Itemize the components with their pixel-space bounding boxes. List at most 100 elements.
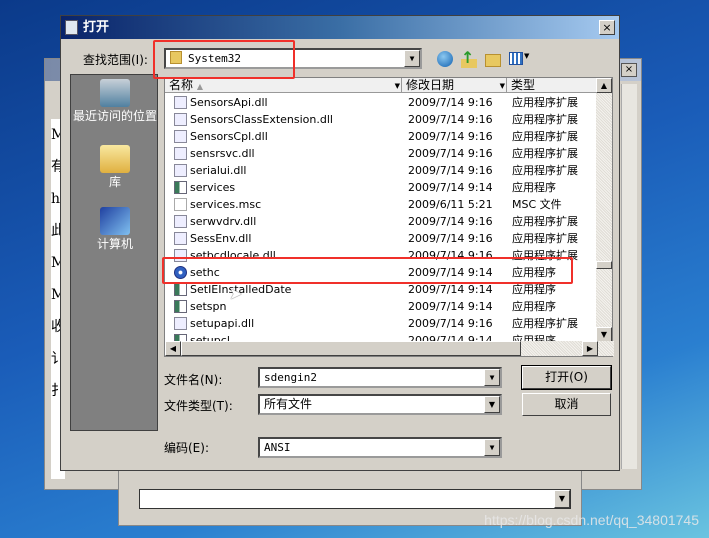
file-name: SensorsClassExtension.dll (190, 113, 333, 126)
file-name: SensorsCpl.dll (190, 130, 268, 143)
file-row[interactable]: serialui.dll 2009/7/14 9:16 应用程序扩展 (165, 162, 597, 179)
exe-file-icon (174, 181, 187, 194)
file-type: 应用程序扩展 (512, 232, 578, 245)
look-in-dropdown-button[interactable]: ▼ (404, 50, 420, 67)
dll-file-icon (174, 130, 187, 143)
filename-dropdown-button[interactable]: ▼ (484, 369, 500, 386)
encoding-value: ANSI (264, 441, 291, 454)
open-button[interactable]: 打开(O) (521, 365, 612, 390)
file-date: 2009/6/11 5:21 (408, 198, 493, 211)
highlight-box-sethc (162, 257, 573, 284)
recent-places-icon (100, 79, 130, 107)
file-type: MSC 文件 (512, 198, 562, 211)
file-name: setspn (190, 300, 227, 313)
file-row[interactable]: services.msc 2009/6/11 5:21 MSC 文件 (165, 196, 597, 213)
encoding-label: 编码(E): (164, 441, 209, 455)
file-type: 应用程序扩展 (512, 147, 578, 160)
column-type[interactable]: 类型 (507, 78, 597, 93)
background-scrollbar[interactable] (621, 84, 637, 469)
file-row[interactable]: services 2009/7/14 9:14 应用程序 (165, 179, 597, 196)
column-date-label: 修改日期 (406, 78, 455, 92)
place-recent-places[interactable]: 最近访问的位置 (71, 79, 159, 123)
cancel-button[interactable]: 取消 (522, 393, 611, 416)
encoding-select[interactable]: ANSI ▼ (258, 437, 502, 458)
file-type: 应用程序扩展 (512, 215, 578, 228)
file-row[interactable]: SessEnv.dll 2009/7/14 9:16 应用程序扩展 (165, 230, 597, 247)
scroll-right-button[interactable]: ▶ (582, 341, 598, 356)
place-label: 最近访问的位置 (72, 109, 157, 123)
scroll-down-button[interactable]: ▼ (596, 327, 612, 342)
back-icon[interactable] (437, 51, 453, 67)
dll-file-icon (174, 215, 187, 228)
file-name: sensrsvc.dll (190, 147, 255, 160)
view-menu-icon[interactable]: ▼ (509, 52, 531, 67)
file-file-icon (174, 198, 187, 211)
background-close-button[interactable]: × (621, 63, 637, 77)
file-row[interactable]: SensorsApi.dll 2009/7/14 9:16 应用程序扩展 (165, 94, 597, 111)
file-row[interactable]: serwvdrv.dll 2009/7/14 9:16 应用程序扩展 (165, 213, 597, 230)
column-date[interactable]: 修改日期 ▼ (402, 78, 507, 93)
background-dropdown[interactable]: ▼ (139, 489, 571, 509)
horizontal-scrollbar[interactable]: ◀ ▶ (165, 341, 614, 356)
file-name: serialui.dll (190, 164, 247, 177)
file-row[interactable]: sensrsvc.dll 2009/7/14 9:16 应用程序扩展 (165, 145, 597, 162)
vertical-scrollbar[interactable]: ▲ ▼ (596, 78, 612, 342)
filename-value: sdengin2 (264, 371, 317, 384)
up-folder-icon[interactable]: ↑ (461, 50, 477, 68)
file-date: 2009/7/14 9:14 (408, 181, 493, 194)
filetype-select[interactable]: 所有文件 ▼ (258, 394, 502, 415)
filename-input[interactable]: sdengin2 ▼ (258, 367, 502, 388)
file-name: SensorsApi.dll (190, 96, 268, 109)
place-libraries[interactable]: 库 (71, 145, 159, 189)
column-name[interactable]: 名称 ▲ ▼ (165, 78, 402, 93)
filetype-dropdown-button[interactable]: ▼ (484, 396, 500, 413)
file-name: services (190, 181, 236, 194)
column-type-label: 类型 (511, 78, 536, 92)
places-bar: 最近访问的位置库计算机 (70, 74, 158, 431)
file-date: 2009/7/14 9:16 (408, 96, 493, 109)
scroll-up-button[interactable]: ▲ (596, 78, 612, 93)
look-in-label: 查找范围(I): (83, 53, 148, 67)
dll-file-icon (174, 317, 187, 330)
filename-label: 文件名(N): (164, 373, 223, 387)
file-date: 2009/7/14 9:16 (408, 130, 493, 143)
file-name: setupapi.dll (190, 317, 255, 330)
place-computer[interactable]: 计算机 (71, 207, 159, 251)
file-type: 应用程序扩展 (512, 317, 578, 330)
dll-file-icon (174, 232, 187, 245)
file-name: serwvdrv.dll (190, 215, 257, 228)
file-row[interactable]: setupapi.dll 2009/7/14 9:16 应用程序扩展 (165, 315, 597, 332)
file-date: 2009/7/14 9:16 (408, 147, 493, 160)
file-date: 2009/7/14 9:16 (408, 113, 493, 126)
file-row[interactable]: SensorsClassExtension.dll 2009/7/14 9:16 应… (165, 111, 597, 128)
notepad-icon (65, 20, 78, 35)
encoding-dropdown-button[interactable]: ▼ (484, 439, 500, 456)
mouse-cursor-icon: ➤ (229, 284, 243, 303)
file-type: 应用程序 (512, 300, 556, 313)
file-date: 2009/7/14 9:16 (408, 232, 493, 245)
new-folder-icon[interactable] (485, 54, 501, 67)
scroll-left-button[interactable]: ◀ (165, 341, 181, 356)
list-header: 名称 ▲ ▼ 修改日期 ▼ 类型 (165, 78, 597, 93)
exe-file-icon (174, 300, 187, 313)
file-date: 2009/7/14 9:16 (408, 215, 493, 228)
watermark: https://blog.csdn.net/qq_34801745 (484, 512, 699, 528)
computer-icon (100, 207, 130, 235)
exe-file-icon (174, 283, 187, 296)
highlight-box-folder (153, 40, 295, 79)
scroll-thumb[interactable] (596, 261, 612, 269)
filetype-value: 所有文件 (264, 397, 313, 411)
column-name-label: 名称 (169, 78, 194, 92)
file-type: 应用程序扩展 (512, 164, 578, 177)
file-date: 2009/7/14 9:14 (408, 300, 493, 313)
horizontal-scroll-thumb[interactable] (181, 341, 521, 356)
file-row[interactable]: SensorsCpl.dll 2009/7/14 9:16 应用程序扩展 (165, 128, 597, 145)
file-type: 应用程序扩展 (512, 130, 578, 143)
close-button[interactable]: × (599, 20, 615, 35)
file-rows: SensorsApi.dll 2009/7/14 9:16 应用程序扩展 Sensor… (165, 94, 597, 342)
place-label: 计算机 (96, 237, 133, 251)
file-list[interactable]: 名称 ▲ ▼ 修改日期 ▼ 类型 SensorsApi.dll 2009/7/14 9… (164, 77, 614, 357)
file-date: 2009/7/14 9:16 (408, 317, 493, 330)
dialog-title: 打开 (83, 20, 110, 35)
file-date: 2009/7/14 9:16 (408, 164, 493, 177)
